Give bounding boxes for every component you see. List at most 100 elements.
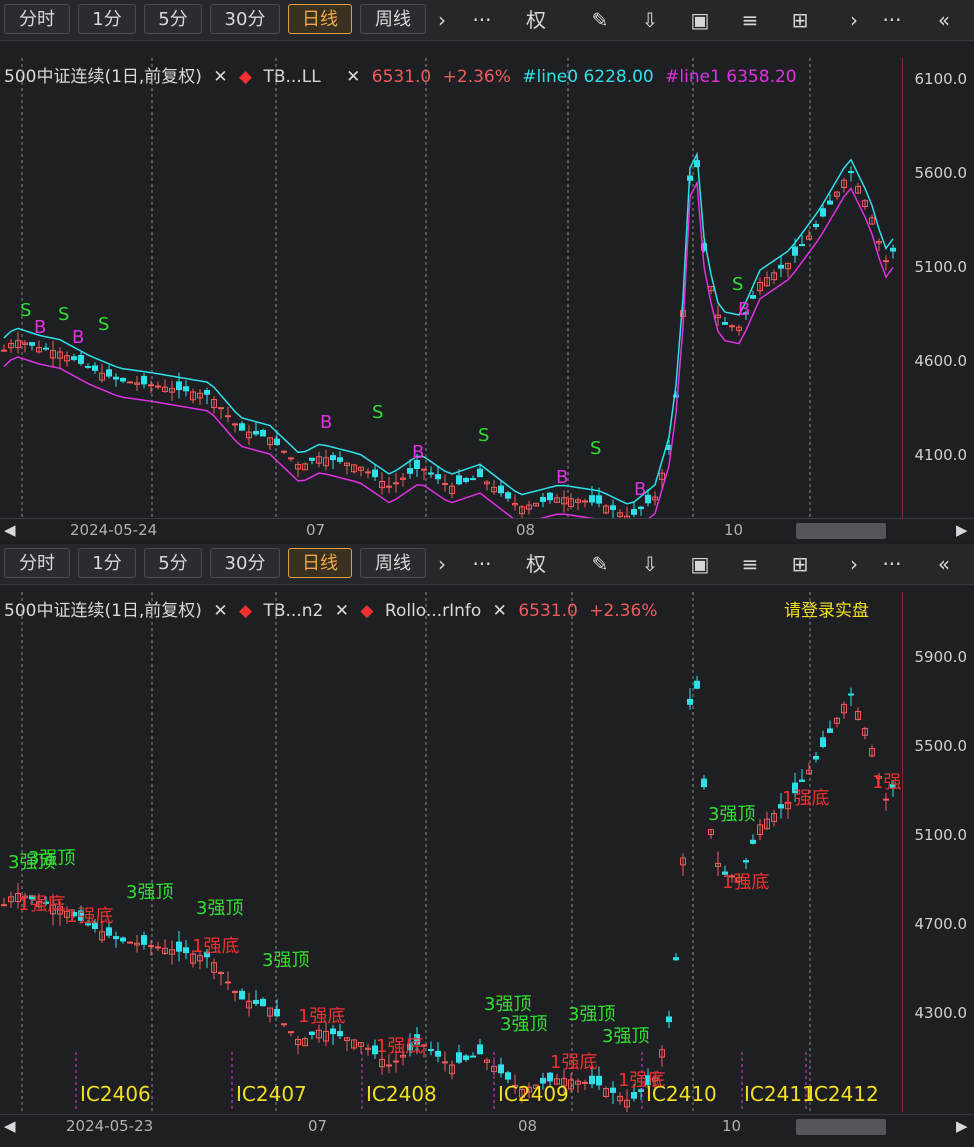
buy-marker: B xyxy=(320,412,332,433)
candle-body xyxy=(148,945,154,948)
candle-body xyxy=(442,482,448,485)
top-time-axis[interactable]: ◀ 2024-05-24 07 08 10 ▶ xyxy=(0,518,974,543)
download-icon[interactable]: ⇩ xyxy=(636,6,664,34)
candle-body xyxy=(505,1072,511,1080)
candle-body xyxy=(589,495,595,503)
strong-top-label: 3强顶 xyxy=(126,882,173,903)
sell-marker: S xyxy=(590,438,601,459)
candle-body xyxy=(232,423,238,426)
bottom-time-axis[interactable]: ◀ 2024-05-23 07 08 10 ▶ xyxy=(0,1114,974,1139)
top-price-axis[interactable]: 6100.0 5600.0 5100.0 4600.0 4100.0 xyxy=(902,58,973,518)
strong-top-label: 3强顶 xyxy=(708,804,755,825)
strong-top-label: 3强顶 xyxy=(196,898,243,919)
double-chevron-left-icon[interactable]: « xyxy=(930,6,958,34)
candle-body xyxy=(260,998,266,1007)
candle-body xyxy=(596,1075,602,1086)
double-chevron-left-icon[interactable]: « xyxy=(930,550,958,578)
chart-icon[interactable]: ▣ xyxy=(686,550,714,578)
sliders-icon[interactable]: ≡ xyxy=(736,550,764,578)
period-button-5min[interactable]: 5分 xyxy=(144,4,202,34)
buy-marker: B xyxy=(556,467,568,488)
period-button-daily[interactable]: 日线 xyxy=(288,4,352,34)
period-button-5min[interactable]: 5分 xyxy=(144,548,202,578)
candle-body xyxy=(260,430,266,437)
period-button-daily[interactable]: 日线 xyxy=(288,548,352,578)
quan-button[interactable]: 权 xyxy=(522,6,550,34)
download-icon[interactable]: ⇩ xyxy=(636,550,664,578)
candle-body xyxy=(372,469,378,478)
candle-body xyxy=(183,386,189,392)
bottom-price-axis[interactable]: 5900.0 5500.0 5100.0 4700.0 4300.0 xyxy=(902,592,973,1112)
candle-body xyxy=(288,1031,294,1034)
chevron-right-icon[interactable]: › xyxy=(428,6,456,34)
scroll-right-icon[interactable]: ▶ xyxy=(956,521,968,539)
scrollbar-thumb[interactable] xyxy=(796,523,886,539)
scrollbar-thumb[interactable] xyxy=(796,1119,886,1135)
scroll-right-icon[interactable]: ▶ xyxy=(956,1117,968,1135)
bottom-toolbar: 分时 1分 5分 30分 日线 周线 › ··· 权 ✎ ⇩ ▣ ≡ ⊞ › ·… xyxy=(0,544,974,585)
top-candle-chart[interactable]: B BBBBBBS S SSSSS xyxy=(0,58,902,518)
candle-body xyxy=(673,957,679,961)
period-button-1min[interactable]: 1分 xyxy=(78,548,136,578)
more-icon[interactable]: ··· xyxy=(468,550,496,578)
candle-body xyxy=(127,941,133,944)
candle-body xyxy=(386,1064,392,1067)
candle-body xyxy=(470,1055,476,1058)
candle-body xyxy=(547,1072,553,1082)
candle-body xyxy=(610,505,616,510)
candle-body xyxy=(596,495,602,504)
contract-label: IC2412 xyxy=(808,1082,879,1106)
more-icon[interactable]: ··· xyxy=(468,6,496,34)
pen-icon[interactable]: ✎ xyxy=(586,6,614,34)
contract-label: IC2407 xyxy=(236,1082,307,1106)
buy-marker: B xyxy=(412,442,424,463)
scroll-left-icon[interactable]: ◀ xyxy=(4,1117,16,1135)
more-icon[interactable]: ··· xyxy=(878,6,906,34)
period-button-fenshi[interactable]: 分时 xyxy=(4,4,70,34)
chevron-right-icon[interactable]: › xyxy=(840,550,868,578)
date-label: 08 xyxy=(518,1117,538,1135)
candle-body xyxy=(183,947,189,954)
candle-body xyxy=(631,509,637,515)
chevron-right-icon[interactable]: › xyxy=(428,550,456,578)
grid-icon[interactable]: ⊞ xyxy=(786,6,814,34)
period-button-weekly[interactable]: 周线 xyxy=(360,548,426,578)
candle-body xyxy=(393,1060,399,1063)
sell-marker: S xyxy=(732,274,743,295)
candle-body xyxy=(589,1075,595,1085)
buy-marker: B xyxy=(738,299,750,320)
period-button-weekly[interactable]: 周线 xyxy=(360,4,426,34)
bottom-candle-chart[interactable]: 3强顶3强顶3强顶3强顶3强顶3强顶3强顶 3强顶3强顶3强顶1强底1强底1强底1… xyxy=(0,592,902,1112)
candle-body xyxy=(820,737,826,747)
candle-body xyxy=(113,376,119,380)
period-button-1min[interactable]: 1分 xyxy=(78,4,136,34)
candle-body xyxy=(792,246,798,256)
chart-icon[interactable]: ▣ xyxy=(686,6,714,34)
more-icon[interactable]: ··· xyxy=(878,550,906,578)
sliders-icon[interactable]: ≡ xyxy=(736,6,764,34)
date-label: 08 xyxy=(516,521,536,539)
grid-icon[interactable]: ⊞ xyxy=(786,550,814,578)
candle-body xyxy=(848,171,854,174)
price-label: 6100.0 xyxy=(914,70,968,88)
period-button-fenshi[interactable]: 分时 xyxy=(4,548,70,578)
period-button-30min[interactable]: 30分 xyxy=(210,4,280,34)
candle-body xyxy=(813,755,819,760)
quan-button[interactable]: 权 xyxy=(522,550,550,578)
scroll-left-icon[interactable]: ◀ xyxy=(4,521,16,539)
sell-marker: S xyxy=(478,425,489,446)
candle-body xyxy=(337,1031,343,1037)
sell-marker: S xyxy=(20,300,31,321)
sell-marker: S xyxy=(58,304,69,325)
strong-bottom-label: 1强底 xyxy=(550,1052,597,1073)
chevron-right-icon[interactable]: › xyxy=(840,6,868,34)
sell-marker: S xyxy=(372,402,383,423)
pen-icon[interactable]: ✎ xyxy=(586,550,614,578)
price-label: 5100.0 xyxy=(914,826,968,844)
candle-body xyxy=(253,430,259,435)
price-label: 4300.0 xyxy=(914,1004,968,1022)
candle-body xyxy=(274,1008,280,1017)
period-button-30min[interactable]: 30分 xyxy=(210,548,280,578)
candle-body xyxy=(477,1044,483,1055)
candle-body xyxy=(232,991,238,994)
